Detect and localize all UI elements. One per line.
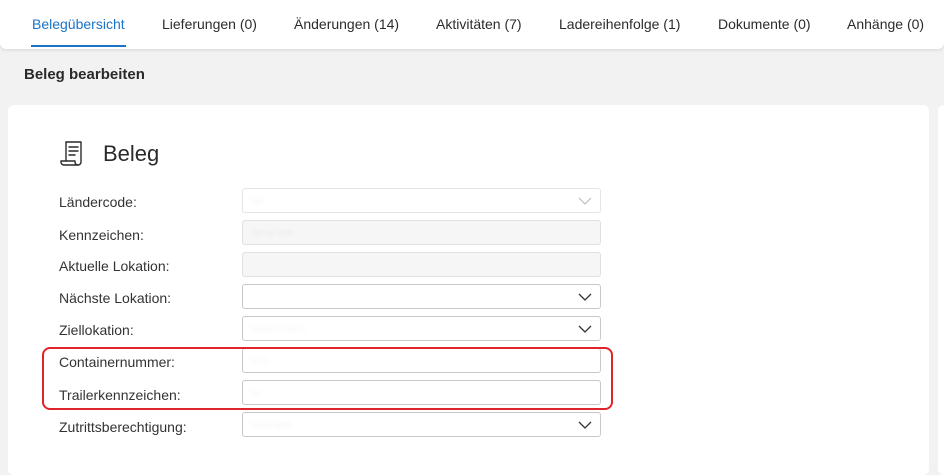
section-title: Beleg bearbeiten (24, 66, 145, 83)
card-title: Beleg (103, 141, 160, 166)
laendercode-select[interactable]: ··· (242, 188, 601, 213)
highlight-annotation (42, 347, 613, 410)
aktuelle-lokation-field[interactable] (242, 252, 601, 277)
ziellokation-label: Ziellokation: (59, 322, 134, 338)
tab-ladereihenfolge[interactable]: Ladereihenfolge (1) (559, 0, 680, 49)
tab-beleguebersicht[interactable]: Belegübersicht (31, 0, 126, 49)
side-card (938, 105, 944, 475)
kennzeichen-field[interactable]: ··· ·· ···· (242, 220, 601, 245)
zutrittsberechtigung-select[interactable]: ····· ···· (242, 412, 601, 437)
tab-dokumente[interactable]: Dokumente (0) (718, 0, 811, 49)
laendercode-label: Ländercode: (59, 194, 137, 210)
tab-aenderungen[interactable]: Änderungen (14) (294, 0, 399, 49)
kennzeichen-value: ··· ·· ···· (251, 225, 294, 239)
aktuelle-lokation-label: Aktuelle Lokation: (59, 258, 170, 274)
laendercode-value: ··· (251, 193, 263, 207)
chevron-down-icon (578, 421, 592, 429)
ziellokation-select[interactable]: ······ · ··· · (242, 316, 601, 341)
chevron-down-icon (578, 293, 592, 301)
receipt-icon (60, 141, 82, 166)
tab-lieferungen[interactable]: Lieferungen (0) (162, 0, 257, 49)
naechste-lokation-select[interactable] (242, 284, 601, 309)
card-heading: Beleg (59, 138, 159, 170)
zutrittsberechtigung-value: ····· ···· (251, 417, 291, 431)
tab-anhaenge[interactable]: Anhänge (0) (847, 0, 924, 49)
zutrittsberechtigung-label: Zutrittsberechtigung: (59, 419, 187, 435)
chevron-down-icon (578, 197, 592, 205)
tab-aktivitaeten[interactable]: Aktivitäten (7) (436, 0, 522, 49)
naechste-lokation-label: Nächste Lokation: (59, 290, 172, 306)
ziellokation-value: ······ · ··· · (251, 321, 305, 335)
tab-bar: Belegübersicht Lieferungen (0) Änderunge… (0, 0, 944, 49)
chevron-down-icon (578, 325, 592, 333)
kennzeichen-label: Kennzeichen: (59, 227, 144, 243)
